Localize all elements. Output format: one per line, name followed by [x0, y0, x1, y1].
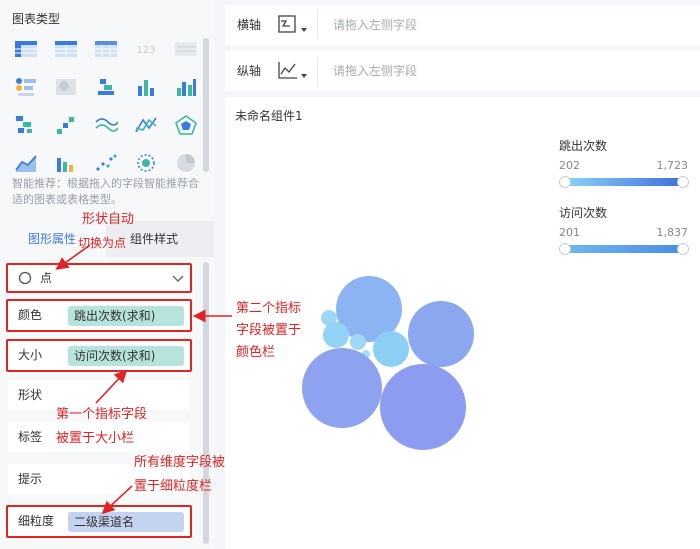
svg-text:123: 123 — [136, 45, 155, 56]
axis-divider — [317, 57, 318, 85]
chart-type-title: 图表类型 — [12, 12, 61, 26]
x-axis-shelf[interactable]: 横轴 请拖入左侧字段 — [225, 5, 700, 45]
note-dimension-2: 置于细粒度栏 — [134, 479, 213, 494]
kpi-number-icon[interactable]: 123 — [134, 38, 158, 60]
highlight-color-field — [6, 299, 192, 332]
smart-recommend-text: 智能推荐：根据拖入的字段智能推荐合适的图表或表格类型。 — [12, 177, 199, 206]
line-area-icon[interactable] — [14, 152, 38, 174]
tab-component-style[interactable]: 组件样式 — [130, 221, 178, 257]
radar-chart-icon[interactable] — [174, 114, 198, 136]
column-chart-icon[interactable] — [134, 76, 158, 98]
multi-line-icon[interactable] — [134, 114, 158, 136]
bubble[interactable] — [350, 334, 366, 350]
note-shape-auto: 形状自动 — [82, 212, 135, 227]
scatter-chart-icon[interactable] — [94, 152, 118, 174]
group-table-icon[interactable] — [54, 38, 78, 60]
stacked-bar-icon[interactable] — [94, 76, 118, 98]
x-axis-placeholder: 请拖入左侧字段 — [333, 18, 418, 32]
note-dimension-1: 所有维度字段被 — [134, 455, 226, 470]
x-axis-label: 横轴 — [237, 18, 262, 32]
properties-scrollbar[interactable] — [203, 262, 209, 544]
cross-table-icon[interactable] — [14, 38, 38, 60]
text-table-icon[interactable] — [174, 38, 198, 60]
bubble[interactable] — [408, 301, 474, 367]
heatmap-icon[interactable] — [54, 76, 78, 98]
shape-label: 形状 — [18, 388, 43, 402]
y-axis-label: 纵轴 — [237, 64, 262, 78]
note-second-metric-1: 第二个指标 — [236, 301, 302, 316]
detail-table-icon[interactable] — [94, 38, 118, 60]
note-first-metric-2: 被置于大小栏 — [56, 431, 135, 446]
note-second-metric-2: 字段被置于 — [236, 323, 302, 338]
y-axis-placeholder: 请拖入左侧字段 — [333, 64, 418, 78]
axis-line-chart-icon[interactable] — [277, 59, 311, 83]
axis-sort-icon[interactable] — [277, 13, 311, 37]
step-chart-icon[interactable] — [54, 114, 78, 136]
map-point-icon[interactable] — [14, 76, 38, 98]
highlight-size-field — [6, 339, 192, 372]
bubble-chart-icon[interactable] — [134, 152, 158, 174]
note-switch-point: 切换为点 — [78, 236, 127, 250]
bubble[interactable] — [302, 348, 382, 428]
chart-grid-scrollbar[interactable] — [203, 38, 209, 172]
note-second-metric-3: 颜色栏 — [236, 345, 276, 360]
tooltip-label: 提示 — [18, 472, 43, 486]
area-line-icon[interactable] — [94, 114, 118, 136]
note-first-metric-1: 第一个指标字段 — [56, 407, 148, 422]
bubble[interactable] — [380, 364, 466, 450]
grouped-column-icon[interactable] — [174, 76, 198, 98]
bubble[interactable] — [323, 322, 349, 348]
y-axis-shelf[interactable]: 纵轴 请拖入左侧字段 — [225, 51, 700, 91]
highlight-granularity-field — [6, 505, 192, 538]
axis-divider — [317, 11, 318, 39]
combo-chart-icon[interactable] — [54, 152, 78, 174]
bubble[interactable] — [373, 331, 409, 367]
gantt-icon[interactable] — [14, 114, 38, 136]
highlight-shape-select — [6, 263, 192, 293]
label-label: 标签 — [18, 430, 43, 444]
pie-chart-icon[interactable] — [174, 152, 198, 174]
